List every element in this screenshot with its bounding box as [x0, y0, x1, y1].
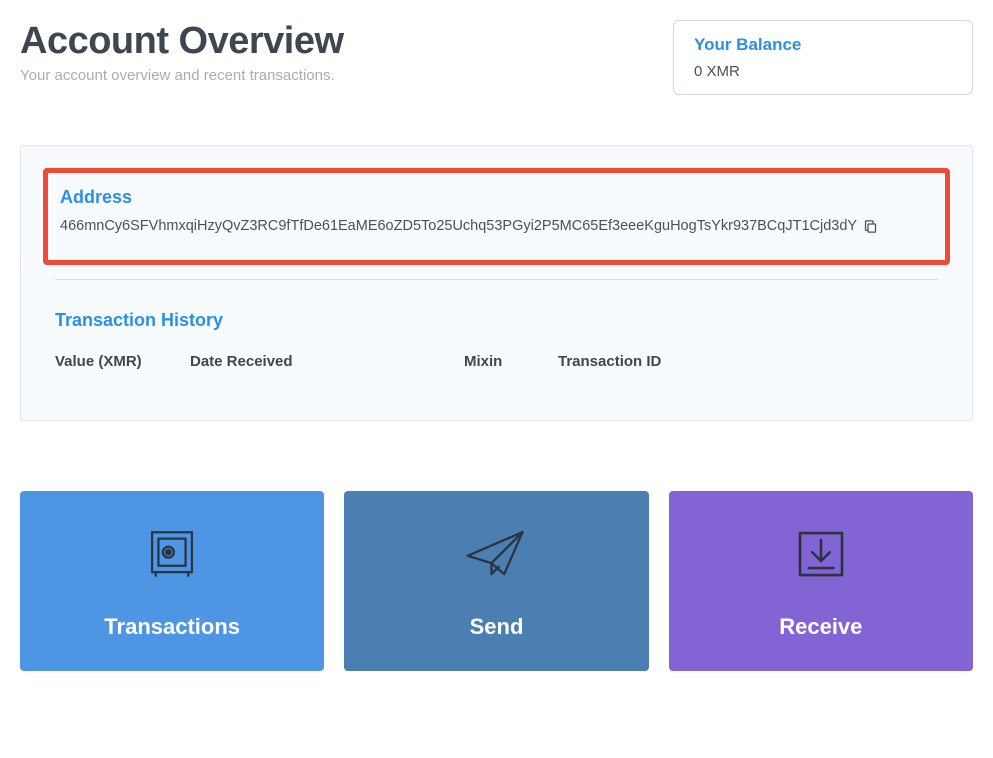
balance-value: 0 XMR [694, 63, 952, 80]
page-title: Account Overview [20, 20, 673, 63]
paper-plane-icon [464, 522, 528, 586]
transactions-label: Transactions [104, 614, 240, 640]
transaction-history-label: Transaction History [55, 310, 938, 331]
transaction-history-section: Transaction History Value (XMR) Date Rec… [21, 310, 972, 370]
header-row: Account Overview Your account overview a… [20, 20, 973, 95]
balance-label: Your Balance [694, 35, 952, 55]
transactions-card[interactable]: Transactions [20, 491, 324, 671]
send-card[interactable]: Send [344, 491, 648, 671]
header-left: Account Overview Your account overview a… [20, 20, 673, 84]
page-subtitle: Your account overview and recent transac… [20, 67, 673, 84]
address-label: Address [60, 187, 933, 208]
send-label: Send [470, 614, 524, 640]
divider [55, 279, 938, 280]
address-value: 466mnCy6SFVhmxqiHzyQvZ3RC9fTfDe61EaME6oZ… [60, 218, 857, 234]
receive-card[interactable]: Receive [669, 491, 973, 671]
address-highlight-box: Address 466mnCy6SFVhmxqiHzyQvZ3RC9fTfDe6… [43, 168, 950, 265]
download-icon [793, 522, 849, 586]
column-header-date: Date Received [190, 353, 464, 370]
table-header-row: Value (XMR) Date Received Mixin Transact… [55, 353, 938, 370]
copy-icon[interactable] [863, 219, 878, 234]
receive-label: Receive [779, 614, 862, 640]
action-row: Transactions Send Receive [20, 491, 973, 671]
address-row: 466mnCy6SFVhmxqiHzyQvZ3RC9fTfDe61EaME6oZ… [60, 218, 933, 234]
column-header-value: Value (XMR) [55, 353, 190, 370]
balance-card: Your Balance 0 XMR [673, 20, 973, 95]
safe-icon [143, 522, 201, 586]
column-header-mixin: Mixin [464, 353, 558, 370]
main-panel: Address 466mnCy6SFVhmxqiHzyQvZ3RC9fTfDe6… [20, 145, 973, 421]
column-header-txid: Transaction ID [558, 353, 938, 370]
